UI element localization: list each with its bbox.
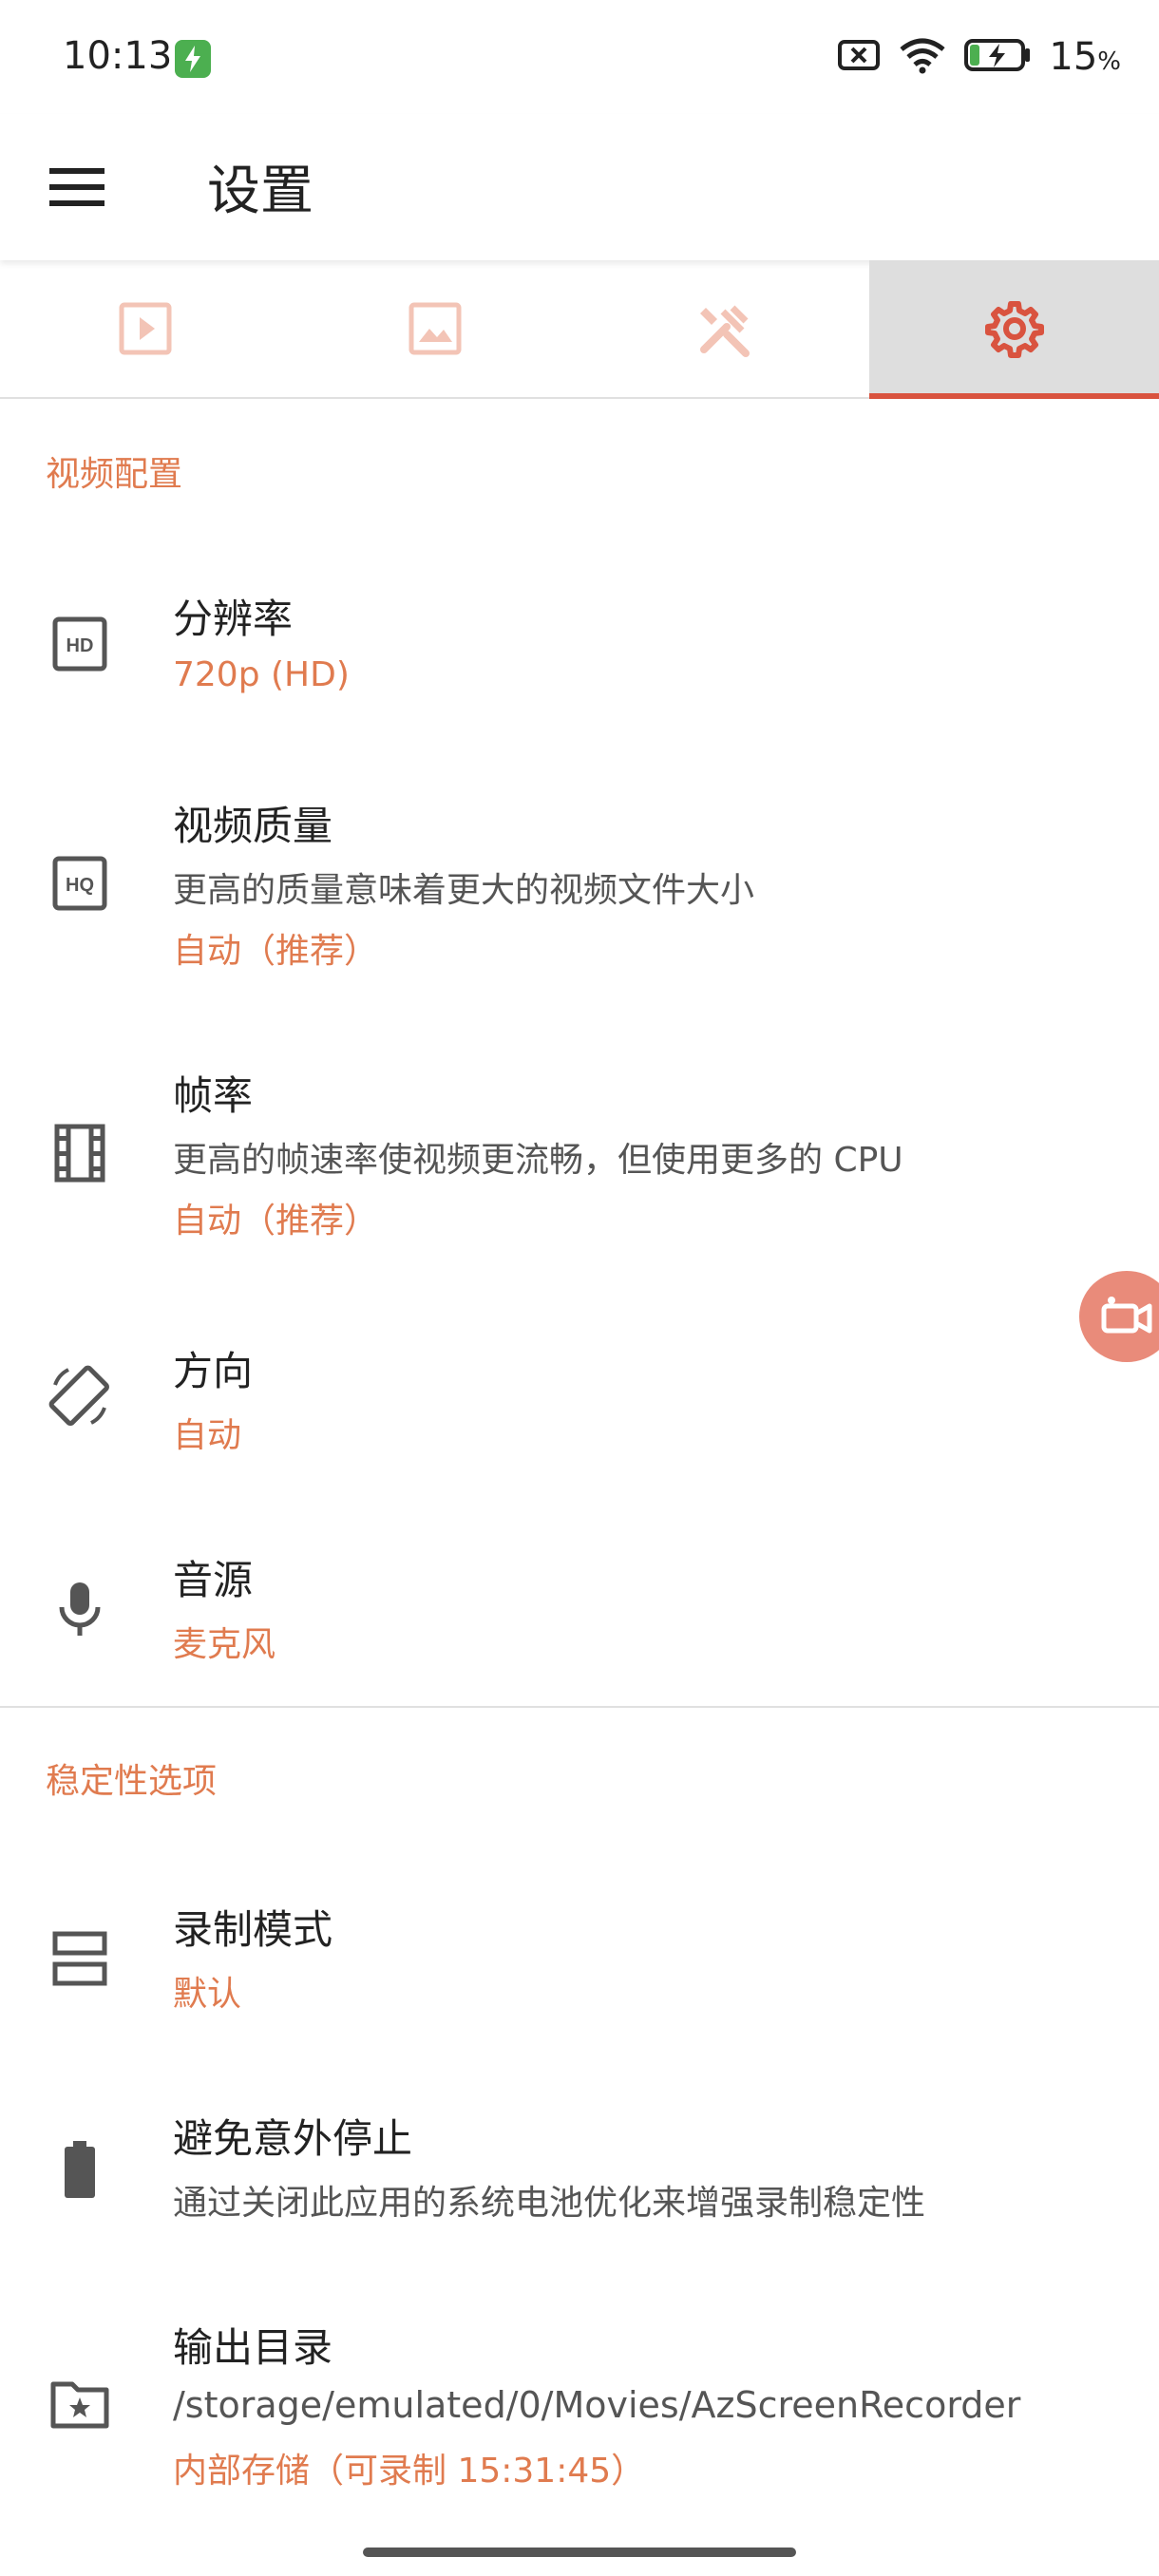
tab-image[interactable] [290,260,580,397]
setting-subtitle: /storage/emulated/0/Movies/AzScreenRecor… [173,2384,1021,2426]
setting-title: 分辨率 [173,596,294,642]
setting-frame-rate[interactable]: 帧率 更高的帧速率使视频更流畅，但使用更多的 CPU 自动（推荐） [0,1049,1159,1258]
setting-value: 麦克风 [173,1625,276,1664]
setting-value: 内部存储（可录制 15:31:45） [173,2452,646,2491]
battery-percent: 15% [1049,35,1121,79]
battery-icon [46,2135,114,2204]
battery-percent-unit: % [1097,47,1121,76]
status-time: 10:13 [63,34,173,78]
setting-value: 自动（推荐） [173,1202,379,1241]
mic-icon [46,1575,114,1643]
setting-title: 输出目录 [173,2324,333,2371]
hd-icon: HD [46,610,114,678]
setting-subtitle: 通过关闭此应用的系统电池优化来增强录制稳定性 [173,2184,926,2223]
battery-percent-value: 15 [1049,35,1098,79]
charging-notification-icon [175,40,211,78]
setting-value: 自动 [173,1416,242,1455]
menu-button[interactable] [46,158,108,217]
setting-title: 帧率 [173,1072,254,1119]
svg-text:HQ: HQ [66,875,94,896]
play-icon [119,302,171,355]
setting-title: 视频质量 [173,803,333,849]
gear-icon [984,301,1044,358]
view-agenda-icon [46,1924,114,1993]
section-divider [0,1706,1159,1708]
battery-status-icon [963,36,1032,78]
home-indicator[interactable] [363,2548,796,2557]
setting-title: 避免意外停止 [173,2115,413,2162]
setting-value: 默认 [173,1975,242,2014]
tab-settings[interactable] [869,260,1159,399]
video-camera-icon [1101,1297,1152,1334]
setting-value: 自动（推荐） [173,932,379,971]
section-header-stability: 稳定性选项 [46,1762,218,1801]
setting-value: 720p (HD) [173,655,350,694]
tab-bar [0,260,1159,399]
setting-subtitle: 更高的帧速率使视频更流畅，但使用更多的 CPU [173,1141,903,1180]
setting-title: 音源 [173,1557,254,1603]
status-icons: 15% [836,32,1121,82]
setting-title: 录制模式 [173,1906,333,1953]
no-sim-icon [836,36,882,78]
app-bar: 设置 [0,114,1159,260]
tab-video[interactable] [0,260,290,397]
setting-audio-source[interactable]: 音源 麦克风 [0,1533,1159,1685]
setting-output-directory[interactable]: 输出目录 /storage/emulated/0/Movies/AzScreen… [0,2302,1159,2511]
setting-video-quality[interactable]: HQ 视频质量 更高的质量意味着更大的视频文件大小 自动（推荐） [0,779,1159,988]
setting-avoid-stop[interactable]: 避免意外停止 通过关闭此应用的系统电池优化来增强录制稳定性 [0,2093,1159,2245]
setting-subtitle: 更高的质量意味着更大的视频文件大小 [173,871,755,910]
folder-star-icon [46,2369,114,2437]
hq-icon: HQ [46,849,114,918]
setting-orientation[interactable]: 方向 自动 [0,1324,1159,1476]
setting-title: 方向 [173,1348,254,1394]
setting-resolution[interactable]: HD 分辨率 720p (HD) [0,570,1159,722]
screen: { "status_bar": { "time": "10:13", "batt… [0,0,1159,2576]
setting-record-mode[interactable]: 录制模式 默认 [0,1885,1159,2036]
svg-text:HD: HD [66,635,94,656]
section-header-video: 视频配置 [46,455,183,494]
hamburger-icon [49,168,104,206]
rotate-icon [46,1362,114,1430]
image-icon [408,302,461,355]
film-icon [46,1119,114,1187]
tab-tools[interactable] [580,260,869,397]
tools-icon [699,305,750,357]
page-title: 设置 [207,161,314,222]
status-bar: 10:13 15% [0,0,1159,114]
wifi-icon [899,36,946,78]
